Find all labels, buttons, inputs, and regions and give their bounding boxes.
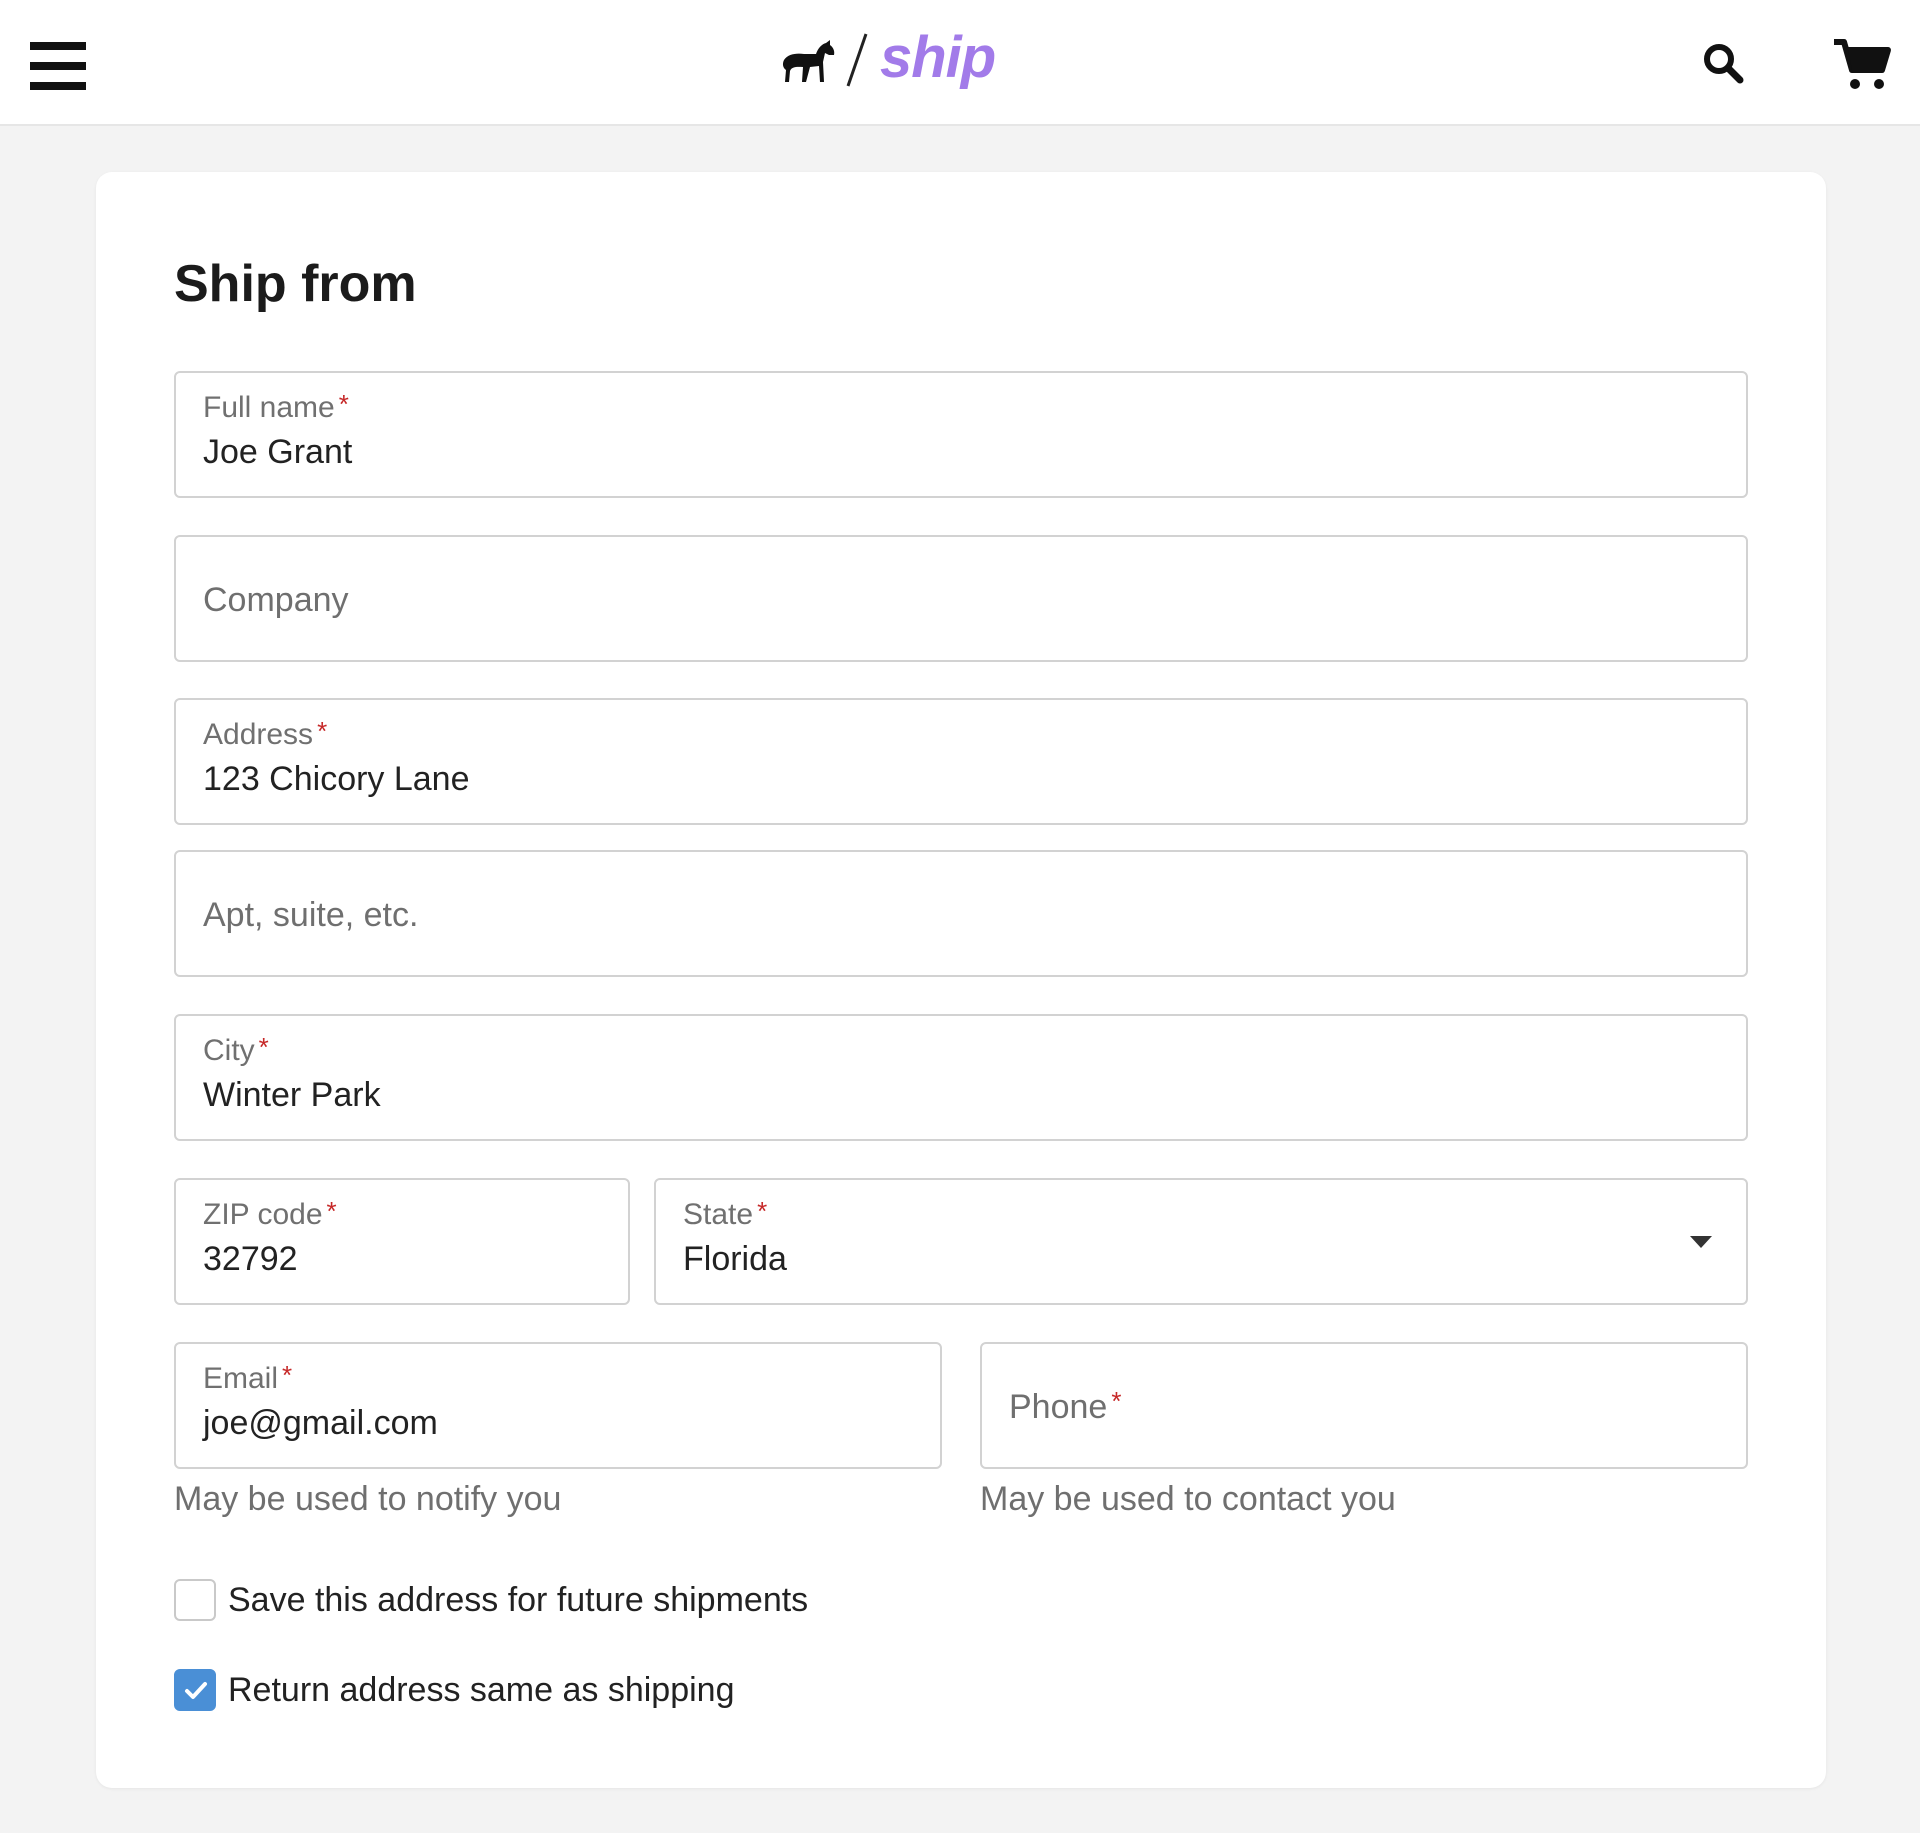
- save-address-checkbox[interactable]: [174, 1579, 216, 1621]
- address-value: 123 Chicory Lane: [203, 760, 470, 799]
- zip-code-field[interactable]: ZIP code* 32792: [174, 1178, 630, 1305]
- company-placeholder: Company: [203, 581, 349, 620]
- state-value: Florida: [683, 1240, 787, 1279]
- city-field[interactable]: City* Winter Park: [174, 1014, 1748, 1141]
- save-address-label: Save this address for future shipments: [228, 1579, 808, 1621]
- save-address-option[interactable]: Save this address for future shipments: [174, 1579, 894, 1623]
- return-address-checkbox[interactable]: [174, 1669, 216, 1711]
- state-select[interactable]: State* Florida: [654, 1178, 1748, 1305]
- full-name-field[interactable]: Full name* Joe Grant: [174, 371, 1748, 498]
- search-icon[interactable]: [1700, 40, 1746, 86]
- state-label: State*: [683, 1198, 767, 1232]
- hamburger-icon[interactable]: [30, 42, 86, 90]
- hamburger-line: [30, 82, 86, 90]
- address-line2-placeholder: Apt, suite, etc.: [203, 896, 418, 935]
- required-mark: *: [1111, 1386, 1121, 1416]
- city-label: City*: [203, 1034, 269, 1068]
- phone-placeholder: Phone*: [1009, 1388, 1121, 1427]
- horse-icon: [780, 36, 836, 92]
- company-field[interactable]: Company: [174, 535, 1748, 662]
- required-mark: *: [339, 389, 349, 419]
- checkmark-icon: [184, 1680, 208, 1702]
- full-name-value: Joe Grant: [203, 433, 352, 472]
- logo-slash-divider: [842, 30, 872, 90]
- phone-field[interactable]: Phone*: [980, 1342, 1748, 1469]
- brand-logo[interactable]: ship: [780, 28, 1000, 98]
- zip-code-value: 32792: [203, 1240, 298, 1279]
- email-label: Email*: [203, 1362, 292, 1396]
- required-mark: *: [259, 1032, 269, 1062]
- city-value: Winter Park: [203, 1076, 381, 1115]
- return-address-option[interactable]: Return address same as shipping: [174, 1669, 834, 1713]
- logo-text: ship: [880, 24, 995, 91]
- page-title: Ship from: [174, 254, 417, 314]
- return-address-label: Return address same as shipping: [228, 1669, 735, 1711]
- required-mark: *: [327, 1196, 337, 1226]
- address-line2-field[interactable]: Apt, suite, etc.: [174, 850, 1748, 977]
- address-field[interactable]: Address* 123 Chicory Lane: [174, 698, 1748, 825]
- cart-icon[interactable]: [1832, 36, 1892, 92]
- email-value: joe@gmail.com: [203, 1404, 438, 1443]
- required-mark: *: [757, 1196, 767, 1226]
- email-help-text: May be used to notify you: [174, 1480, 561, 1519]
- email-field[interactable]: Email* joe@gmail.com: [174, 1342, 942, 1469]
- top-navigation-bar: ship: [0, 0, 1920, 126]
- ship-from-card: Ship from Full name* Joe Grant Company A…: [96, 172, 1826, 1788]
- zip-code-label: ZIP code*: [203, 1198, 337, 1232]
- address-label: Address*: [203, 718, 327, 752]
- required-mark: *: [282, 1360, 292, 1390]
- full-name-label: Full name*: [203, 391, 349, 425]
- hamburger-line: [30, 62, 86, 70]
- hamburger-line: [30, 42, 86, 50]
- required-mark: *: [317, 716, 327, 746]
- phone-help-text: May be used to contact you: [980, 1480, 1396, 1519]
- chevron-down-icon: [1690, 1236, 1712, 1248]
